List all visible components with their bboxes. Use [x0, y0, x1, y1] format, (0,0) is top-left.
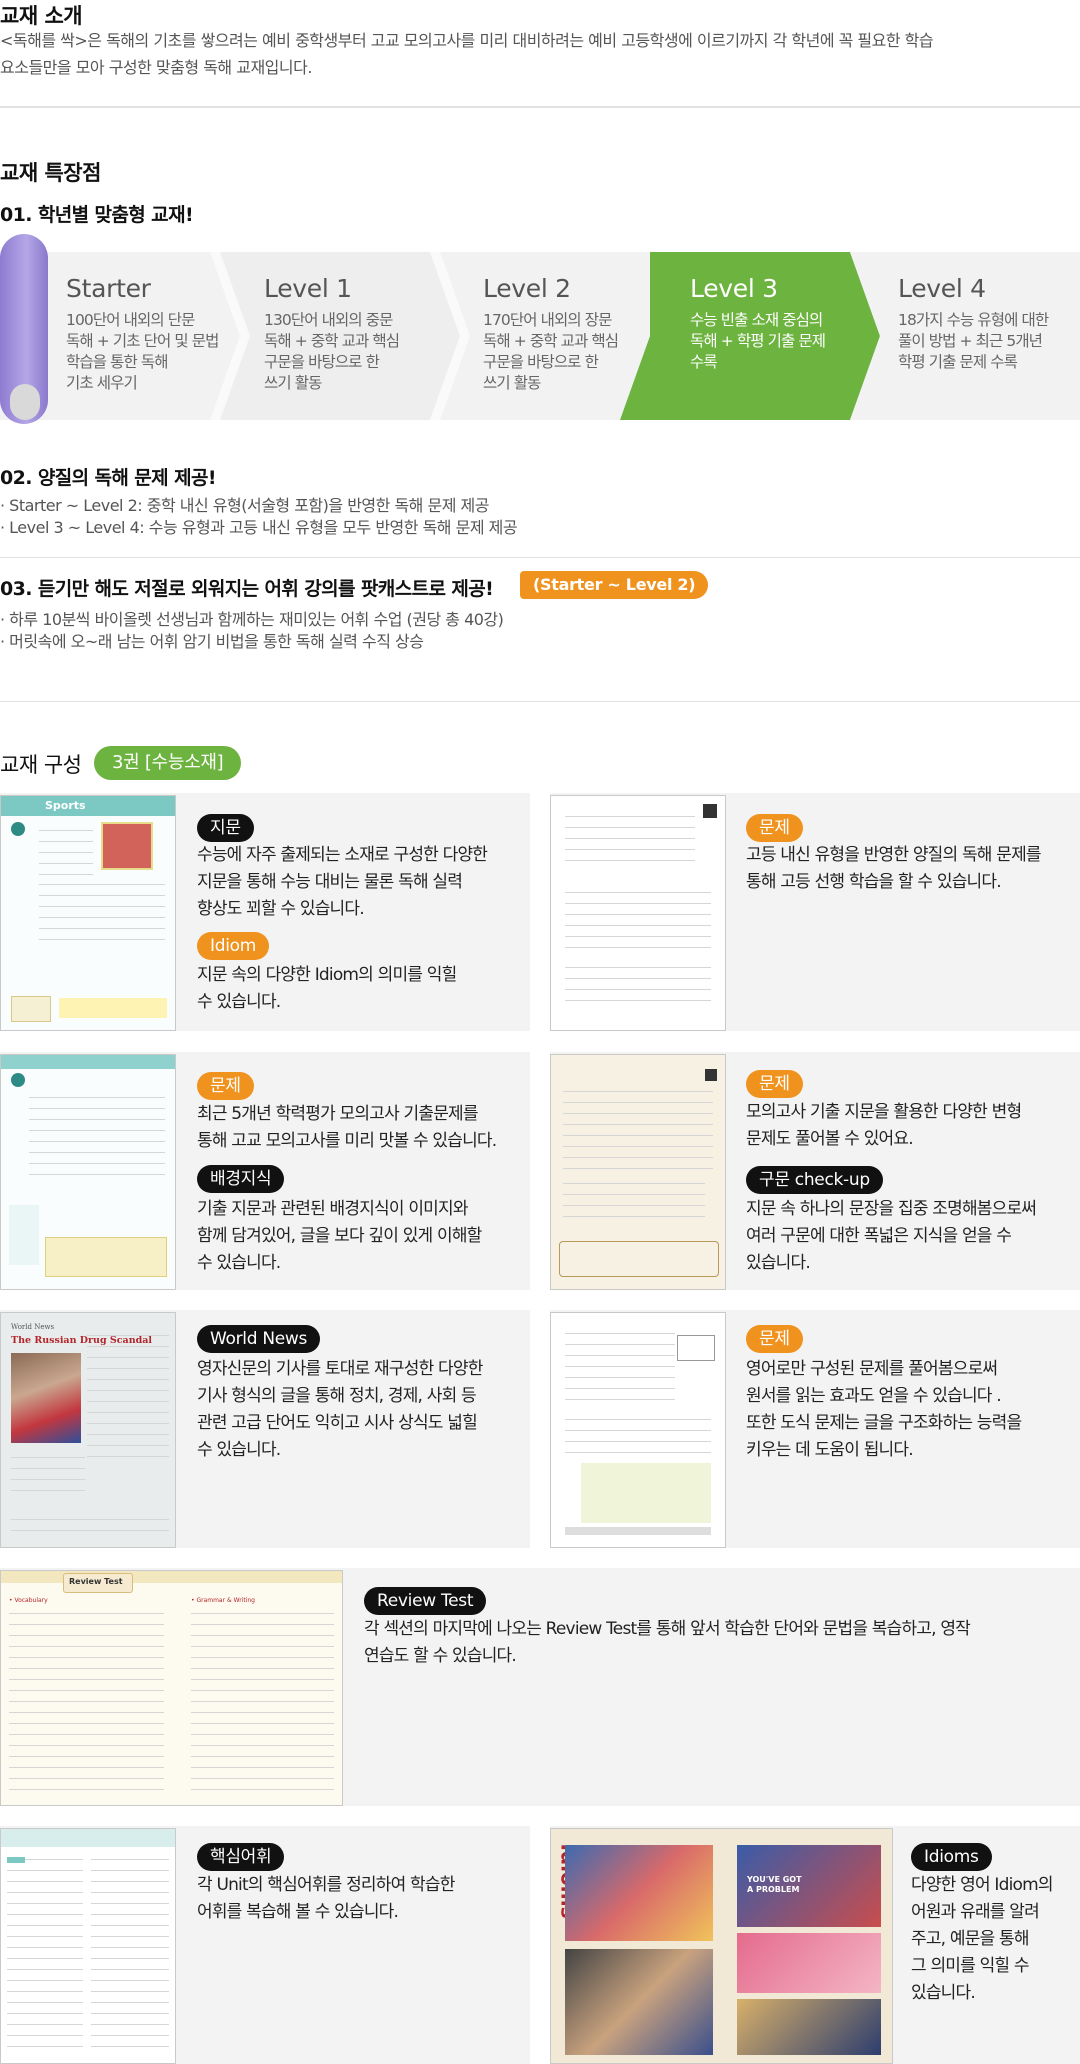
- desc-english-questions: 영어로만 구성된 문제를 풀어봄으로써 원서를 읽는 효과도 얻을 수 있습니다…: [746, 1359, 1022, 1460]
- tag-review-test: Review Test: [364, 1587, 487, 1615]
- book-left-head: • Vocabulary: [9, 1597, 48, 1604]
- tag-idiom: Idiom: [197, 932, 269, 960]
- book-page-key-vocab: [0, 1828, 176, 2064]
- tag-key-vocab: 핵심어휘: [197, 1843, 285, 1871]
- divider: [0, 701, 1080, 702]
- feature-3-item: · 하루 10분씩 바이올렛 선생님과 함께하는 재미있는 어휘 수업 (권당 …: [0, 610, 504, 629]
- feature-1-title: 01. 학년별 맞춤형 교재!: [0, 204, 194, 226]
- book-caption: YOU'VE GOT A PROBLEM: [747, 1875, 802, 1894]
- level-starter-desc: 100단어 내외의 단문 독해 + 기초 단어 및 문법 학습을 통한 독해 기…: [66, 311, 219, 392]
- desc-idioms: 다양한 영어 Idiom의 어원과 유래를 알려 주고, 예문을 통해 그 의미…: [911, 1875, 1054, 2003]
- desc-variants: 모의고사 기출 지문을 활용한 다양한 변형 문제도 풀어볼 수 있어요.: [746, 1102, 1022, 1149]
- book-small-head: World News: [11, 1323, 55, 1331]
- composition-title: 교재 구성: [0, 753, 82, 777]
- desc-idiom: 지문 속의 다양한 Idiom의 의미를 익힐 수 있습니다.: [197, 965, 457, 1012]
- feature-2-item: · Starter ~ Level 2: 중학 내신 유형(서술형 포함)을 반…: [0, 496, 489, 515]
- book-section-head: Review Test: [69, 1577, 123, 1586]
- level-2-desc: 170단어 내외의 장문 독해 + 중학 교과 핵심 구문을 바탕으로 한 쓰기…: [483, 311, 619, 392]
- book-page-review-test: Review Test • Vocabulary • Grammar & Wri…: [0, 1570, 343, 1806]
- tag-english-questions: 문제: [746, 1325, 803, 1353]
- level-3-desc: 수능 빈출 소재 중심의 독해 + 학평 기출 문제 수록: [690, 311, 826, 371]
- book-section-head: Sports: [45, 799, 86, 812]
- level-1-desc: 130단어 내외의 중문 독해 + 중학 교과 핵심 구문을 바탕으로 한 쓰기…: [264, 311, 400, 392]
- level-2-name: Level 2: [483, 274, 571, 303]
- tag-mock-exam: 문제: [197, 1072, 254, 1100]
- scroll-decoration: [0, 234, 48, 424]
- book-page-variants: [550, 1054, 726, 1290]
- feature-3-title: 03. 듣기만 해도 저절로 외워지는 어휘 강의를 팟캐스트로 제공!: [0, 578, 494, 600]
- book-page-passage: Sports: [0, 795, 176, 1031]
- tag-passage: 지문: [197, 814, 254, 842]
- desc-mock-exam: 최근 5개년 학력평가 모의고사 기출문제를 통해 고교 모의고사를 미리 맛볼…: [197, 1104, 497, 1151]
- desc-questions: 고등 내신 유형을 반영한 양질의 독해 문제를 통해 고등 선행 학습을 할 …: [746, 845, 1042, 892]
- divider: [0, 106, 1080, 108]
- level-4-name: Level 4: [898, 274, 986, 303]
- book-page-world-news: World News The Russian Drug Scandal: [0, 1312, 176, 1548]
- book-right-head: • Grammar & Writing: [191, 1597, 255, 1604]
- feature-2-item: · Level 3 ~ Level 4: 수능 유형과 고등 내신 유형을 모두…: [0, 518, 518, 537]
- divider: [0, 557, 1080, 558]
- feature-3-item: · 머릿속에 오~래 남는 어휘 암기 비법을 통한 독해 실력 수직 상승: [0, 632, 424, 651]
- feature-3-badge: (Starter ~ Level 2): [520, 571, 709, 599]
- book-page-english-questions: [550, 1312, 726, 1548]
- book-page-idioms: Idioms YOU'VE GOT A PROBLEM: [550, 1828, 893, 2064]
- features-title: 교재 특장점: [0, 161, 101, 185]
- composition-badge: 3권 [수능소재]: [94, 746, 242, 780]
- desc-world-news: 영자신문의 기사를 토대로 재구성한 다양한 기사 형식의 글을 통해 정치, …: [197, 1359, 483, 1460]
- intro-title: 교재 소개: [0, 4, 83, 28]
- desc-background: 기출 지문과 관련된 배경지식이 이미지와 함께 담겨있어, 글을 보다 깊이 …: [197, 1199, 482, 1273]
- desc-syntax-checkup: 지문 속 하나의 문장을 집중 조명해봄으로써 여러 구문에 대한 폭넓은 지식…: [746, 1199, 1037, 1273]
- tag-syntax-checkup: 구문 check-up: [746, 1166, 883, 1194]
- desc-passage: 수능에 자주 출제되는 소재로 구성한 다양한 지문을 통해 수능 대비는 물론…: [197, 845, 488, 919]
- desc-review-test: 각 섹션의 마지막에 나오는 Review Test를 통해 앞서 학습한 단어…: [364, 1619, 971, 1666]
- level-starter-name: Starter: [66, 274, 151, 303]
- tag-world-news: World News: [197, 1325, 321, 1353]
- tag-background: 배경지식: [197, 1165, 285, 1193]
- level-3-name: Level 3: [690, 274, 778, 303]
- book-page-mock-exam: [0, 1054, 176, 1290]
- book-page-questions: [550, 795, 726, 1031]
- tag-variants: 문제: [746, 1070, 803, 1098]
- tag-idioms: Idioms: [911, 1843, 992, 1871]
- desc-key-vocab: 각 Unit의 핵심어휘를 정리하여 학습한 어휘를 복습해 볼 수 있습니다.: [197, 1875, 455, 1922]
- intro-text: <독해를 싹>은 독해의 기초를 쌓으려는 예비 중학생부터 고교 모의고사를 …: [0, 31, 934, 77]
- level-1-name: Level 1: [264, 274, 352, 303]
- feature-2-title: 02. 양질의 독해 문제 제공!: [0, 467, 217, 489]
- level-4-desc: 18가지 수능 유형에 대한 풀이 방법 + 최근 5개년 학평 기출 문제 수…: [898, 311, 1049, 371]
- tag-questions: 문제: [746, 814, 803, 842]
